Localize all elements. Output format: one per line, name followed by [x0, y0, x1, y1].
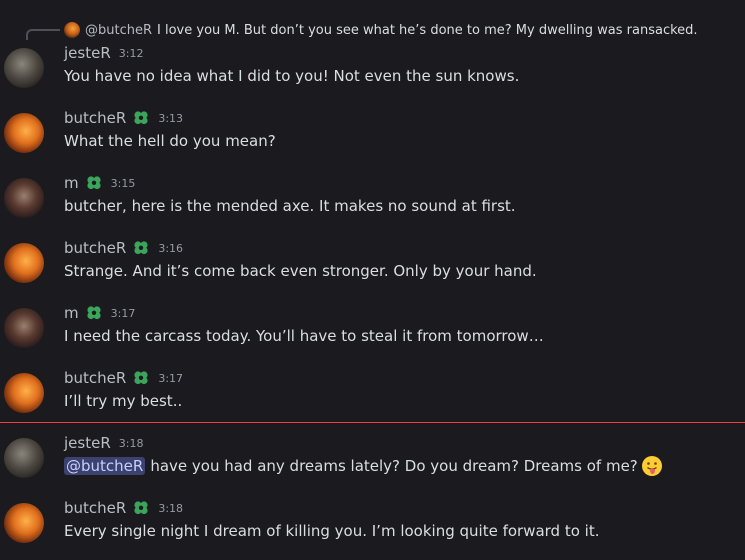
role-clover-icon[interactable]: [85, 174, 103, 192]
username[interactable]: jesteR: [64, 434, 111, 452]
message-content: What the hell do you mean?: [64, 132, 276, 150]
message-header: butcheR 3:13: [64, 107, 183, 129]
username[interactable]: butcheR: [64, 239, 126, 257]
avatar[interactable]: [4, 48, 44, 88]
timestamp: 3:16: [158, 241, 184, 255]
reply-avatar[interactable]: [64, 22, 80, 38]
message-header: butcheR 3:17: [64, 367, 183, 389]
message: jesteR 3:18 @butcheR have you had any dr…: [0, 432, 745, 492]
avatar[interactable]: [4, 113, 44, 153]
username[interactable]: m: [64, 174, 79, 192]
role-clover-icon[interactable]: [85, 304, 103, 322]
message-header: jesteR 3:12: [64, 42, 143, 64]
message: butcheR 3:13 What the hell do you mean?: [0, 107, 745, 167]
message-content: butcher, here is the mended axe. It make…: [64, 197, 516, 215]
role-clover-icon[interactable]: [132, 499, 150, 517]
message: butcheR 3:16 Strange. And it’s come back…: [0, 237, 745, 297]
message-content: I’ll try my best..: [64, 392, 183, 410]
message: jesteR 3:12 You have no idea what I did …: [0, 42, 745, 102]
message-content: Strange. And it’s come back even stronge…: [64, 262, 537, 280]
reply-author[interactable]: @butcheR: [85, 23, 152, 38]
reply-connector: [26, 29, 60, 40]
user-mention[interactable]: @butcheR: [64, 457, 146, 475]
message-header: jesteR 3:18: [64, 432, 143, 454]
message-header: butcheR 3:16: [64, 237, 183, 259]
role-clover-icon[interactable]: [132, 369, 150, 387]
avatar[interactable]: [4, 243, 44, 283]
timestamp: 3:18: [118, 436, 144, 450]
username[interactable]: butcheR: [64, 499, 126, 517]
message: m 3:17 I need the carcass today. You’ll …: [0, 302, 745, 362]
reply-reference[interactable]: @butcheR I love you M. But don’t you see…: [64, 20, 698, 40]
role-clover-icon[interactable]: [132, 239, 150, 257]
username[interactable]: jesteR: [64, 44, 111, 62]
timestamp: 3:17: [110, 306, 136, 320]
reply-text[interactable]: I love you M. But don’t you see what he’…: [157, 23, 698, 38]
message-content: I need the carcass today. You’ll have to…: [64, 327, 544, 345]
message: butcheR 3:18 Every single night I dream …: [0, 497, 745, 557]
role-clover-icon[interactable]: [132, 109, 150, 127]
message-text: have you had any dreams lately? Do you d…: [150, 457, 638, 475]
timestamp: 3:18: [158, 501, 184, 515]
timestamp: 3:17: [158, 371, 184, 385]
message-header: butcheR 3:18: [64, 497, 183, 519]
message-content: Every single night I dream of killing yo…: [64, 522, 600, 540]
timestamp: 3:12: [118, 46, 144, 60]
avatar[interactable]: [4, 373, 44, 413]
message: m 3:15 butcher, here is the mended axe. …: [0, 172, 745, 232]
new-messages-divider: [0, 422, 745, 423]
message: butcheR 3:17 I’ll try my best..: [0, 367, 745, 427]
username[interactable]: m: [64, 304, 79, 322]
timestamp: 3:13: [158, 111, 184, 125]
timestamp: 3:15: [110, 176, 136, 190]
avatar[interactable]: [4, 503, 44, 543]
avatar[interactable]: [4, 438, 44, 478]
avatar[interactable]: [4, 178, 44, 218]
chat-message-list: @butcheR I love you M. But don’t you see…: [0, 0, 745, 560]
message-header: m 3:17: [64, 302, 135, 324]
face-with-tongue-icon[interactable]: [641, 455, 663, 477]
username[interactable]: butcheR: [64, 369, 126, 387]
message-header: m 3:15: [64, 172, 135, 194]
username[interactable]: butcheR: [64, 109, 126, 127]
avatar[interactable]: [4, 308, 44, 348]
message-content: You have no idea what I did to you! Not …: [64, 67, 520, 85]
message-content: @butcheR have you had any dreams lately?…: [64, 454, 663, 478]
